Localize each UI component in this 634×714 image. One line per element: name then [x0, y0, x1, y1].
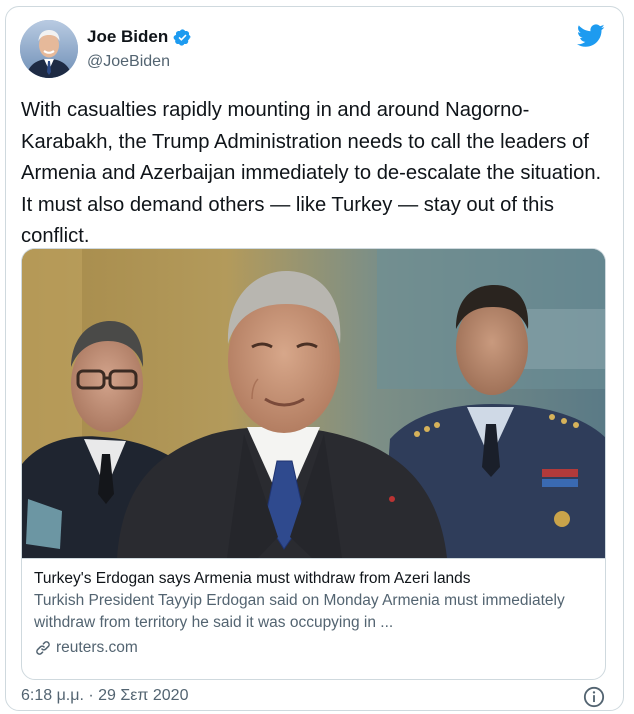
link-card-body[interactable]: Turkey's Erdogan says Armenia must withd… [22, 558, 605, 659]
news-photo [22, 249, 605, 558]
author-display-name[interactable]: Joe Biden [87, 27, 168, 47]
link-icon [36, 641, 50, 655]
link-card[interactable]: Turkey's Erdogan says Armenia must withd… [21, 248, 606, 680]
info-icon[interactable] [583, 686, 605, 708]
link-card-title[interactable]: Turkey's Erdogan says Armenia must withd… [34, 568, 593, 590]
twitter-bird-icon[interactable] [577, 23, 605, 49]
tweet-card: Joe Biden @JoeBiden With casualties rapi… [5, 6, 624, 711]
author-handle[interactable]: @JoeBiden [87, 53, 170, 71]
link-card-description: Turkish President Tayyip Erdogan said on… [34, 592, 565, 631]
avatar-image [20, 20, 78, 78]
link-card-image[interactable] [22, 249, 605, 558]
link-card-domain-text: reuters.com [56, 639, 138, 656]
verified-badge-icon [173, 28, 191, 46]
link-card-domain[interactable]: reuters.com [34, 637, 593, 659]
tweet-text: With casualties rapidly mounting in and … [21, 99, 602, 247]
avatar[interactable] [20, 20, 78, 78]
tweet-timestamp[interactable]: 6:18 μ.μ. · 29 Σεπ 2020 [21, 687, 188, 705]
